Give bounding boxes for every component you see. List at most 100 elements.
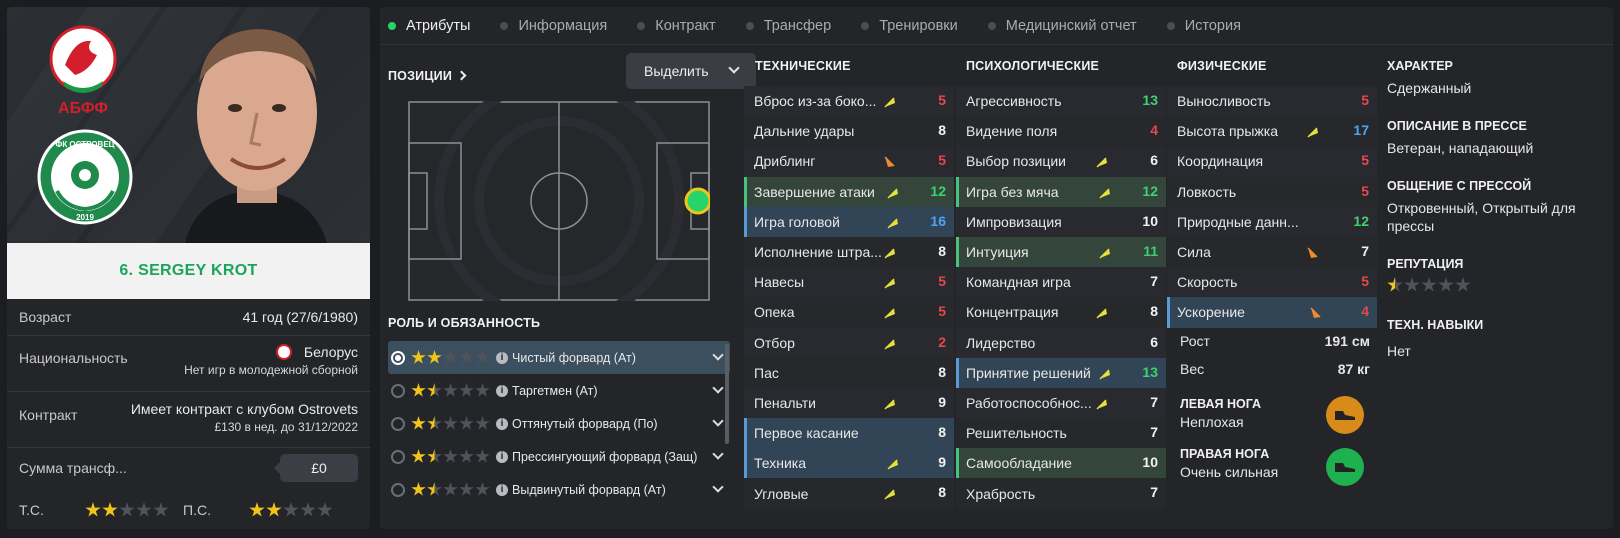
attribute-row[interactable]: Пас 8	[744, 357, 954, 388]
attribute-name: Самообладание	[966, 455, 1072, 472]
attribute-value: 5	[1361, 182, 1369, 199]
transfer-value-button[interactable]: £0	[274, 454, 358, 482]
tab-label: Медицинский отчет	[1005, 17, 1137, 34]
attribute-row[interactable]: Техника 9	[744, 448, 954, 479]
tab-2[interactable]: Контракт	[637, 17, 716, 34]
attribute-row[interactable]: Выбор позиции 6	[956, 146, 1166, 177]
arrow-down-icon	[884, 155, 896, 168]
ca-label: Т.С.	[19, 502, 44, 518]
info-icon[interactable]: i	[496, 351, 508, 364]
positions-title[interactable]: ПОЗИЦИИ	[388, 69, 467, 83]
svg-text:2019: 2019	[76, 213, 94, 222]
role-name: Таргетмен (Ат)	[512, 383, 598, 398]
attribute-row[interactable]: Храбрость 7	[956, 478, 1166, 509]
attribute-row[interactable]: Самообладание 10	[956, 448, 1166, 479]
arrow-up-icon	[884, 487, 896, 500]
info-icon[interactable]: i	[496, 384, 508, 397]
role-radio[interactable]	[391, 482, 405, 497]
attribute-value: 12	[930, 182, 946, 199]
info-icon[interactable]: i	[496, 450, 508, 463]
attribute-name: Принятие решений	[966, 364, 1091, 381]
tab-4[interactable]: Тренировки	[861, 18, 958, 34]
attribute-row[interactable]: Командная игра 7	[956, 267, 1166, 298]
info-icon[interactable]: i	[496, 483, 508, 496]
attribute-row[interactable]: Угловые 8	[744, 478, 954, 509]
tab-0[interactable]: Атрибуты	[388, 18, 470, 34]
attribute-row[interactable]: Лидерство 6	[956, 327, 1166, 358]
attribute-row[interactable]: Ловкость 5	[1167, 176, 1377, 207]
attribute-row[interactable]: Вброс из-за боко... 5	[744, 86, 954, 117]
roles-scrollbar[interactable]	[725, 344, 729, 444]
attribute-value: 8	[938, 242, 946, 259]
role-item[interactable]: i Оттянутый форвард (По)	[388, 407, 730, 440]
attribute-row[interactable]: Пенальти 9	[744, 387, 954, 419]
tab-label: История	[1184, 17, 1241, 34]
attribute-row[interactable]: Ускорение 4	[1167, 297, 1377, 328]
role-radio[interactable]	[391, 350, 405, 365]
attribute-row[interactable]: Дальние удары 8	[744, 116, 954, 147]
attribute-row[interactable]: Отбор 2	[744, 327, 954, 358]
arrow-up-icon	[884, 95, 896, 108]
attribute-row[interactable]: Агрессивность 13	[956, 86, 1166, 117]
attribute-row[interactable]: Видение поля 4	[956, 116, 1166, 147]
role-item[interactable]: i Чистый форвард (Ат)	[388, 341, 730, 374]
attribute-row[interactable]: Игра головой 16	[744, 206, 954, 237]
tab-label: Контракт	[655, 17, 716, 34]
tab-3[interactable]: Трансфер	[745, 18, 831, 34]
chevron-down-icon[interactable]	[712, 349, 724, 361]
media-handling: ОБЩЕНИЕ С ПРЕССОЙ Откровенный, Открытый …	[1387, 179, 1602, 235]
attribute-row[interactable]: Завершение атаки 12	[744, 176, 954, 207]
role-item[interactable]: i Выдвинутый форвард (Ат)	[388, 473, 730, 506]
attribute-row[interactable]: Решительность 7	[956, 418, 1166, 449]
attribute-row[interactable]: Навесы 5	[744, 267, 954, 298]
chevron-down-icon[interactable]	[712, 448, 724, 460]
attribute-row[interactable]: Игра без мяча 12	[956, 176, 1166, 207]
chevron-down-icon[interactable]	[712, 481, 724, 493]
contract-value[interactable]: Имеет контракт с клубом Ostrovets	[131, 401, 358, 417]
attribute-row[interactable]: Первое касание 8	[744, 418, 954, 449]
star-icon	[427, 350, 442, 364]
attribute-row[interactable]: Природные данн... 12	[1167, 206, 1377, 237]
age-label: Возраст	[19, 309, 72, 325]
player-name[interactable]: 6. SERGEY KROT	[119, 262, 257, 280]
attribute-row[interactable]: Координация 5	[1167, 146, 1377, 177]
tab-1[interactable]: Информация	[500, 18, 607, 34]
attribute-row[interactable]: Концентрация 8	[956, 297, 1166, 328]
highlight-select[interactable]: Выделить	[626, 53, 756, 89]
role-radio[interactable]	[391, 449, 405, 464]
role-radio[interactable]	[391, 383, 405, 398]
attribute-row[interactable]: Сила 7	[1167, 236, 1377, 268]
attribute-row[interactable]: Интуиция 11	[956, 236, 1166, 268]
attribute-row[interactable]: Принятие решений 13	[956, 357, 1166, 388]
striker-position-marker	[684, 187, 710, 215]
arrow-up-icon	[887, 457, 899, 470]
role-item[interactable]: i Таргетмен (Ат)	[388, 374, 730, 407]
attribute-row[interactable]: Исполнение штра... 8	[744, 236, 954, 268]
attribute-row[interactable]: Опека 5	[744, 297, 954, 328]
media-handling-value: Откровенный, Открытый для прессы	[1387, 200, 1576, 234]
role-item[interactable]: i Прессингующий форвард (Защ)	[388, 440, 730, 473]
star-icon	[411, 449, 426, 463]
belarus-flag-icon	[276, 344, 293, 360]
attribute-name: Интуиция	[966, 244, 1029, 261]
attribute-name: Сила	[1177, 244, 1211, 261]
technical-title: ТЕХНИЧЕСКИЕ	[755, 59, 851, 73]
chevron-down-icon[interactable]	[712, 415, 724, 427]
chevron-down-icon[interactable]	[712, 382, 724, 394]
nationality-value[interactable]: Белорус	[304, 344, 358, 360]
attribute-row[interactable]: Высота прыжка 17	[1167, 116, 1377, 147]
attribute-row[interactable]: Импровизация 10	[956, 206, 1166, 237]
attribute-row[interactable]: Скорость 5	[1167, 267, 1377, 298]
star-icon	[459, 383, 474, 397]
attribute-row[interactable]: Работоспособнос... 7	[956, 387, 1166, 419]
attribute-name: Выбор позиции	[966, 153, 1066, 170]
attribute-row[interactable]: Дриблинг 5	[744, 146, 954, 177]
info-icon[interactable]: i	[496, 417, 508, 430]
technical-attributes: Вброс из-за боко... 5 Дальние удары 8 Дрибли…	[744, 86, 954, 509]
star-icon	[317, 502, 333, 517]
role-radio[interactable]	[391, 416, 405, 431]
attribute-row[interactable]: Выносливость 5	[1167, 86, 1377, 117]
attribute-name: Командная игра	[966, 274, 1071, 291]
tab-5[interactable]: Медицинский отчет	[987, 17, 1137, 34]
tab-6[interactable]: История	[1166, 17, 1241, 34]
